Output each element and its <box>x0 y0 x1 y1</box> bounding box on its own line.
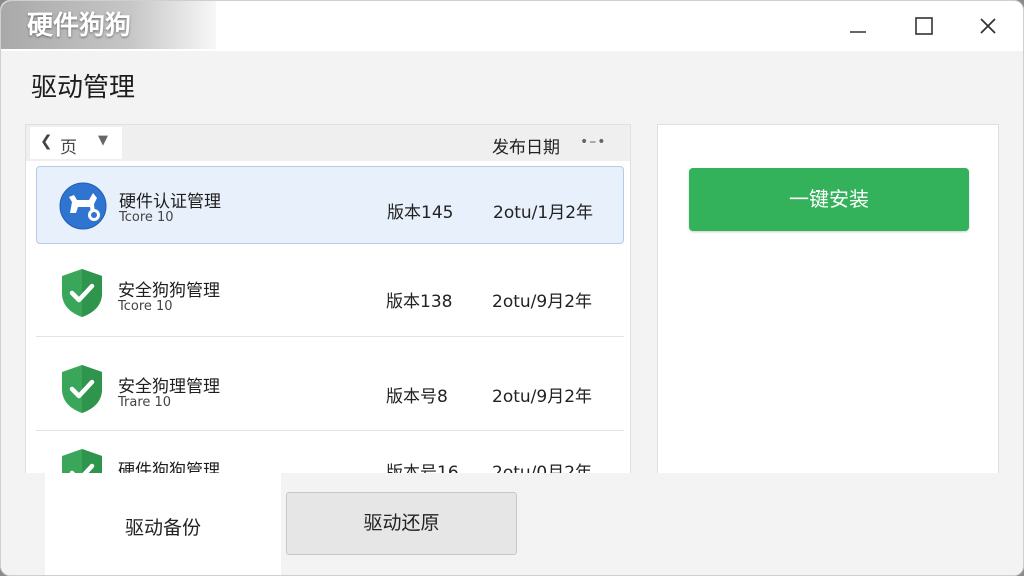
app-window: 硬件狗狗 驱动管理 ❮ 页 ▼ 发布日期 •–• 硬件认证管理 Tcore 10… <box>0 0 1024 576</box>
driver-subtitle: Tcore 10 <box>119 210 174 225</box>
chevron-down-icon[interactable]: ▼ <box>98 133 108 148</box>
row-divider <box>36 430 624 431</box>
dog-badge-icon <box>59 180 107 232</box>
driver-date: 2otu/9月2年 <box>492 292 593 312</box>
driver-date: 2otu/1月2年 <box>493 203 594 223</box>
driver-name: 硬件狗狗管理 <box>118 461 220 474</box>
column-header-date[interactable]: 发布日期 <box>492 133 560 158</box>
maximize-button[interactable] <box>907 9 941 43</box>
page-label: 页 <box>60 138 77 158</box>
driver-version: 版本号8 <box>386 387 448 407</box>
driver-name: 安全狗狗管理 <box>118 281 220 301</box>
driver-row[interactable]: 硬件狗狗管理 版本号16 2otu/0月2年 <box>36 439 624 474</box>
row-divider <box>36 336 624 337</box>
driver-version: 版本号16 <box>386 463 459 474</box>
driver-subtitle: Tcore 10 <box>118 299 173 314</box>
driver-list-panel: ❮ 页 ▼ 发布日期 •–• 硬件认证管理 Tcore 10 版本145 2ot… <box>25 124 631 474</box>
title-bar: 硬件狗狗 <box>1 1 1023 51</box>
driver-date: 2otu/9月2年 <box>492 387 593 407</box>
driver-name: 安全狗理管理 <box>118 377 220 397</box>
maximize-icon <box>915 17 933 35</box>
shield-check-icon <box>58 447 106 473</box>
driver-date: 2otu/0月2年 <box>492 463 593 474</box>
driver-row[interactable]: 安全狗狗管理 Tcore 10 版本138 2otu/9月2年 <box>36 253 624 337</box>
action-panel: 一键安装 <box>657 124 999 474</box>
driver-subtitle: Trare 10 <box>118 395 172 410</box>
bottom-tab-bar: 驱动备份 驱动还原 <box>1 473 1023 575</box>
shield-check-icon <box>58 363 106 415</box>
more-options-icon[interactable]: •–• <box>580 134 607 150</box>
driver-version: 版本138 <box>386 292 453 312</box>
driver-version: 版本145 <box>387 203 454 223</box>
close-icon <box>980 18 996 34</box>
chevron-left-icon[interactable]: ❮ <box>40 132 53 150</box>
app-title: 硬件狗狗 <box>1 1 216 49</box>
close-button[interactable] <box>971 9 1005 43</box>
page-title: 驱动管理 <box>31 73 136 103</box>
minimize-icon <box>850 31 866 33</box>
driver-name: 硬件认证管理 <box>119 192 221 212</box>
driver-row[interactable]: 安全狗理管理 Trare 10 版本号8 2otu/9月2年 <box>36 347 624 431</box>
tab-driver-restore[interactable]: 驱动还原 <box>286 492 517 555</box>
minimize-button[interactable] <box>841 9 875 43</box>
list-toolbar: ❮ 页 ▼ 发布日期 •–• <box>26 125 630 161</box>
shield-check-icon <box>58 267 106 319</box>
page-selector[interactable]: ❮ 页 ▼ <box>30 127 122 159</box>
driver-row[interactable]: 硬件认证管理 Tcore 10 版本145 2otu/1月2年 <box>36 166 624 244</box>
tab-driver-backup[interactable]: 驱动备份 <box>45 473 281 575</box>
one-click-install-button[interactable]: 一键安装 <box>689 168 969 231</box>
